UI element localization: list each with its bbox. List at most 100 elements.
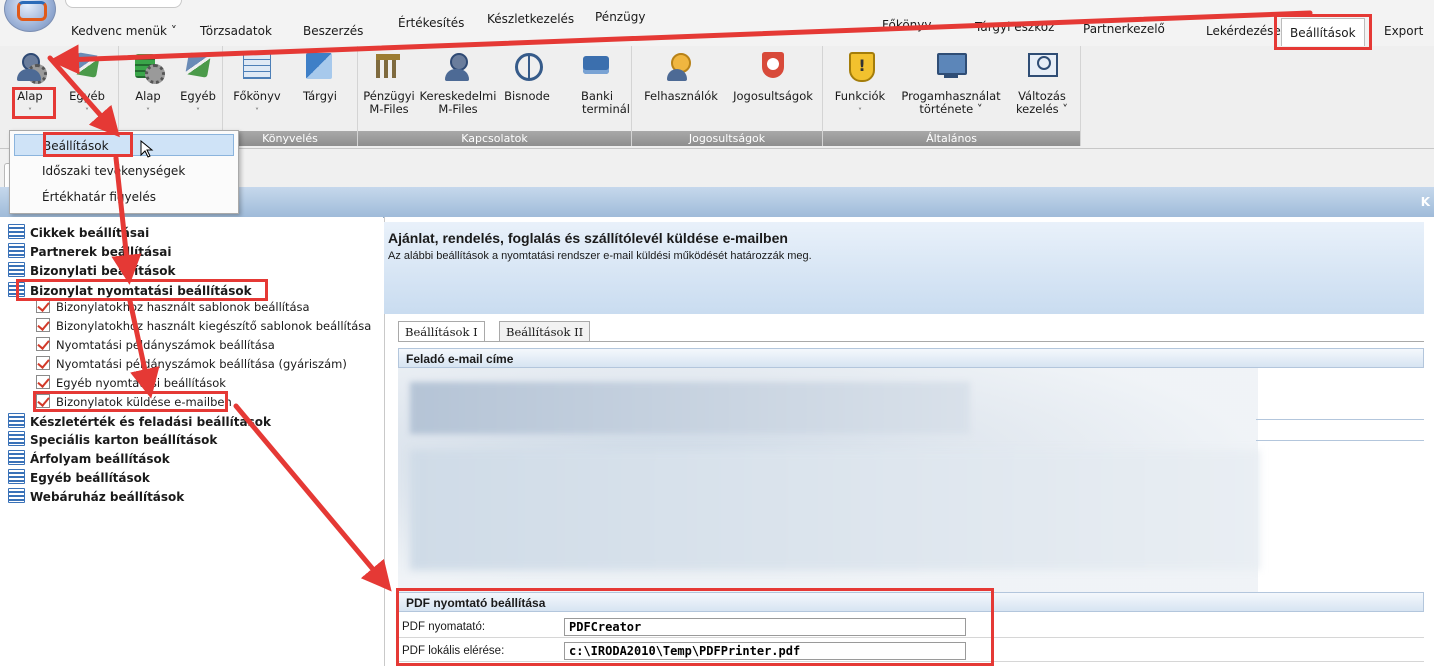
jogosultsagok-button[interactable]: Jogosultságok xyxy=(728,50,818,103)
fokonyv-button[interactable]: Főkönyv ˅ xyxy=(229,50,285,118)
folder-list-icon xyxy=(8,450,25,465)
menu-ertekesites[interactable]: Értékesítés xyxy=(398,14,464,32)
tree-node-egyeb[interactable]: Egyéb beállítások xyxy=(8,469,150,485)
pdf-path-row: PDF lokális elérése: xyxy=(398,641,1424,662)
group-label-altalanos: Általános xyxy=(823,131,1080,146)
globe-icon xyxy=(510,50,544,84)
alap-dropdown-menu: Beállítások Időszaki tevékenységek Érték… xyxy=(9,130,239,214)
checkbox-icon xyxy=(36,356,50,370)
user-settings-icon xyxy=(13,50,47,84)
tab-beallitasok-2[interactable]: Beállítások II xyxy=(499,321,591,342)
tree-node-specialis-karton[interactable]: Speciális karton beállítások xyxy=(8,431,217,447)
pdf-printer-input[interactable] xyxy=(564,618,966,636)
asset-icon xyxy=(303,50,337,84)
pdf-printer-row: PDF nyomatató: xyxy=(398,617,1424,638)
user-tools-icon xyxy=(70,50,104,84)
checkbox-icon xyxy=(36,394,50,408)
dropdown-item-idoszaki[interactable]: Időszaki tevékenységek xyxy=(14,160,234,182)
monitor-search-icon xyxy=(1025,50,1059,84)
folder-list-icon xyxy=(8,243,25,258)
tree-node-bizonylati[interactable]: Bizonylati beállítások xyxy=(8,262,175,278)
pdf-path-input[interactable] xyxy=(564,642,966,660)
tree-node-arfolyam[interactable]: Árfolyam beállítások xyxy=(8,450,170,466)
bisnode-button[interactable]: Bisnode xyxy=(496,50,558,103)
egyeb-button-2[interactable]: Egyéb ˅ xyxy=(175,50,221,118)
menu-torzsadatok[interactable]: Törzsadatok xyxy=(200,22,272,40)
tree-node-bizonylat-nyomtatasi[interactable]: Bizonylat nyomtatási beállítások xyxy=(8,282,252,298)
panel-title: Ajánlat, rendelés, foglalás és szállítól… xyxy=(388,230,788,246)
coins-gear-icon xyxy=(131,50,165,84)
menu-lekerdezesek[interactable]: Lekérdezések xyxy=(1206,22,1288,40)
tree-leaf-kiegeszito-sablonok[interactable]: Bizonylatokhoz használt kiegészítő sablo… xyxy=(36,318,371,335)
checkbox-icon xyxy=(36,299,50,313)
menu-export[interactable]: Export xyxy=(1384,22,1423,40)
ledger-icon xyxy=(240,50,274,84)
user-key-icon xyxy=(664,50,698,84)
ribbon-group-altalanos: Funkciók˅ Progamhasználat története ˅ Vá… xyxy=(823,46,1081,146)
tree-node-partnerek[interactable]: Partnerek beállításai xyxy=(8,243,171,259)
dropdown-item-beallitasok[interactable]: Beállítások xyxy=(14,134,234,156)
menu-beallitasok[interactable]: Beállítások xyxy=(1281,18,1365,47)
kereskedelmi-mfiles-button[interactable]: Kereskedelmi M-Files xyxy=(418,50,498,116)
folder-list-icon xyxy=(8,488,25,503)
ribbon-group-kapcsolatok: Pénzügyi M-Files Kereskedelmi M-Files Bi… xyxy=(358,46,632,146)
menu-keszletkezeles[interactable]: Készletkezelés xyxy=(487,10,574,28)
checkbox-icon xyxy=(36,318,50,332)
tree-node-cikkek[interactable]: Cikkek beállításai xyxy=(8,224,149,240)
tree-leaf-egyeb-nyomtatasi[interactable]: Egyéb nyomtatási beállítások xyxy=(36,375,226,392)
monitor-user-icon xyxy=(934,50,968,84)
section-sender-email: Feladó e-mail címe xyxy=(398,348,1424,368)
tree-leaf-peldanyszamok-gyariszam[interactable]: Nyomtatási példányszámok beállítása (gyá… xyxy=(36,356,347,373)
alap-button[interactable]: Alap ˅ xyxy=(10,50,50,118)
section-pdf-printer: PDF nyomtató beállítása xyxy=(398,592,1424,612)
app-logo-icon xyxy=(17,1,47,21)
banki-terminal-button[interactable]: Banki terminál xyxy=(564,50,630,116)
tree-node-keszletertek[interactable]: Készletérték és feladási beállítások xyxy=(8,413,271,429)
pdf-path-label: PDF lokális elérése: xyxy=(402,645,505,657)
folder-list-icon xyxy=(8,469,25,484)
menu-beszerzes[interactable]: Beszerzés xyxy=(303,22,363,40)
redacted-field xyxy=(410,450,1260,570)
divider xyxy=(1256,440,1424,441)
ribbon-group-jogosultsagok: Felhasználók Jogosultságok Jogosultságok xyxy=(632,46,823,146)
tree-leaf-peldanyszamok[interactable]: Nyomtatási példányszámok beállítása xyxy=(36,337,275,354)
group-label-kapcsolatok: Kapcsolatok xyxy=(358,131,631,146)
quick-access-strip xyxy=(60,0,1434,12)
panel-subtitle: Az alábbi beállítások a nyomtatási rends… xyxy=(388,250,812,262)
warning-shield-icon xyxy=(843,50,877,84)
redacted-field xyxy=(410,382,970,434)
folder-list-icon xyxy=(8,282,25,297)
checkbox-icon xyxy=(36,375,50,389)
dropdown-item-ertekhatar[interactable]: Értékhatár figyelés xyxy=(14,186,234,208)
panel-heading: Ajánlat, rendelés, foglalás és szállítól… xyxy=(384,222,1424,314)
divider xyxy=(1256,419,1424,420)
funkciok-button[interactable]: Funkciók˅ xyxy=(829,50,891,118)
menu-partnerkezelo[interactable]: Partnerkezelő xyxy=(1083,20,1165,38)
tab-beallitasok-1[interactable]: Beállítások I xyxy=(398,321,485,342)
tools-icon xyxy=(181,50,215,84)
valtozas-kezeles-button[interactable]: Változás kezelés ˅ xyxy=(1009,50,1075,116)
mouse-cursor-icon xyxy=(140,140,154,158)
menu-fokonyv[interactable]: Főkönyv xyxy=(882,16,932,34)
folder-list-icon xyxy=(8,431,25,446)
tree-leaf-kuldes-emailben[interactable]: Bizonylatok küldése e-mailben xyxy=(36,394,232,411)
shield-icon xyxy=(756,50,790,84)
egyeb-button-1[interactable]: Egyéb ˅ xyxy=(62,50,112,118)
card-terminal-icon xyxy=(580,50,614,84)
menu-kedvenc-menuk[interactable]: Kedvenc menük ˅ xyxy=(71,22,177,40)
progamhasznalat-button[interactable]: Progamhasználat története ˅ xyxy=(893,50,1009,116)
targyi-button[interactable]: Tárgyi xyxy=(295,50,345,103)
felhasznalok-button[interactable]: Felhasználók xyxy=(638,50,724,103)
pdf-printer-label: PDF nyomatató: xyxy=(402,621,486,633)
tree-leaf-sablonok[interactable]: Bizonylatokhoz használt sablonok beállít… xyxy=(36,299,310,316)
penzugyi-mfiles-button[interactable]: Pénzügyi M-Files xyxy=(360,50,418,116)
alap-button-2[interactable]: Alap ˅ xyxy=(127,50,169,118)
checkbox-icon xyxy=(36,337,50,351)
group-label-jogosultsagok: Jogosultságok xyxy=(632,131,822,146)
menu-targyi-eszkoz[interactable]: Tárgyi eszköz xyxy=(975,18,1054,36)
users-icon xyxy=(441,50,475,84)
tree-node-webaruhaz[interactable]: Webáruház beállítások xyxy=(8,488,184,504)
group-label-konyveles: Könyvelés xyxy=(223,131,357,146)
folder-list-icon xyxy=(8,224,25,239)
menu-penzugy[interactable]: Pénzügy xyxy=(595,8,645,26)
